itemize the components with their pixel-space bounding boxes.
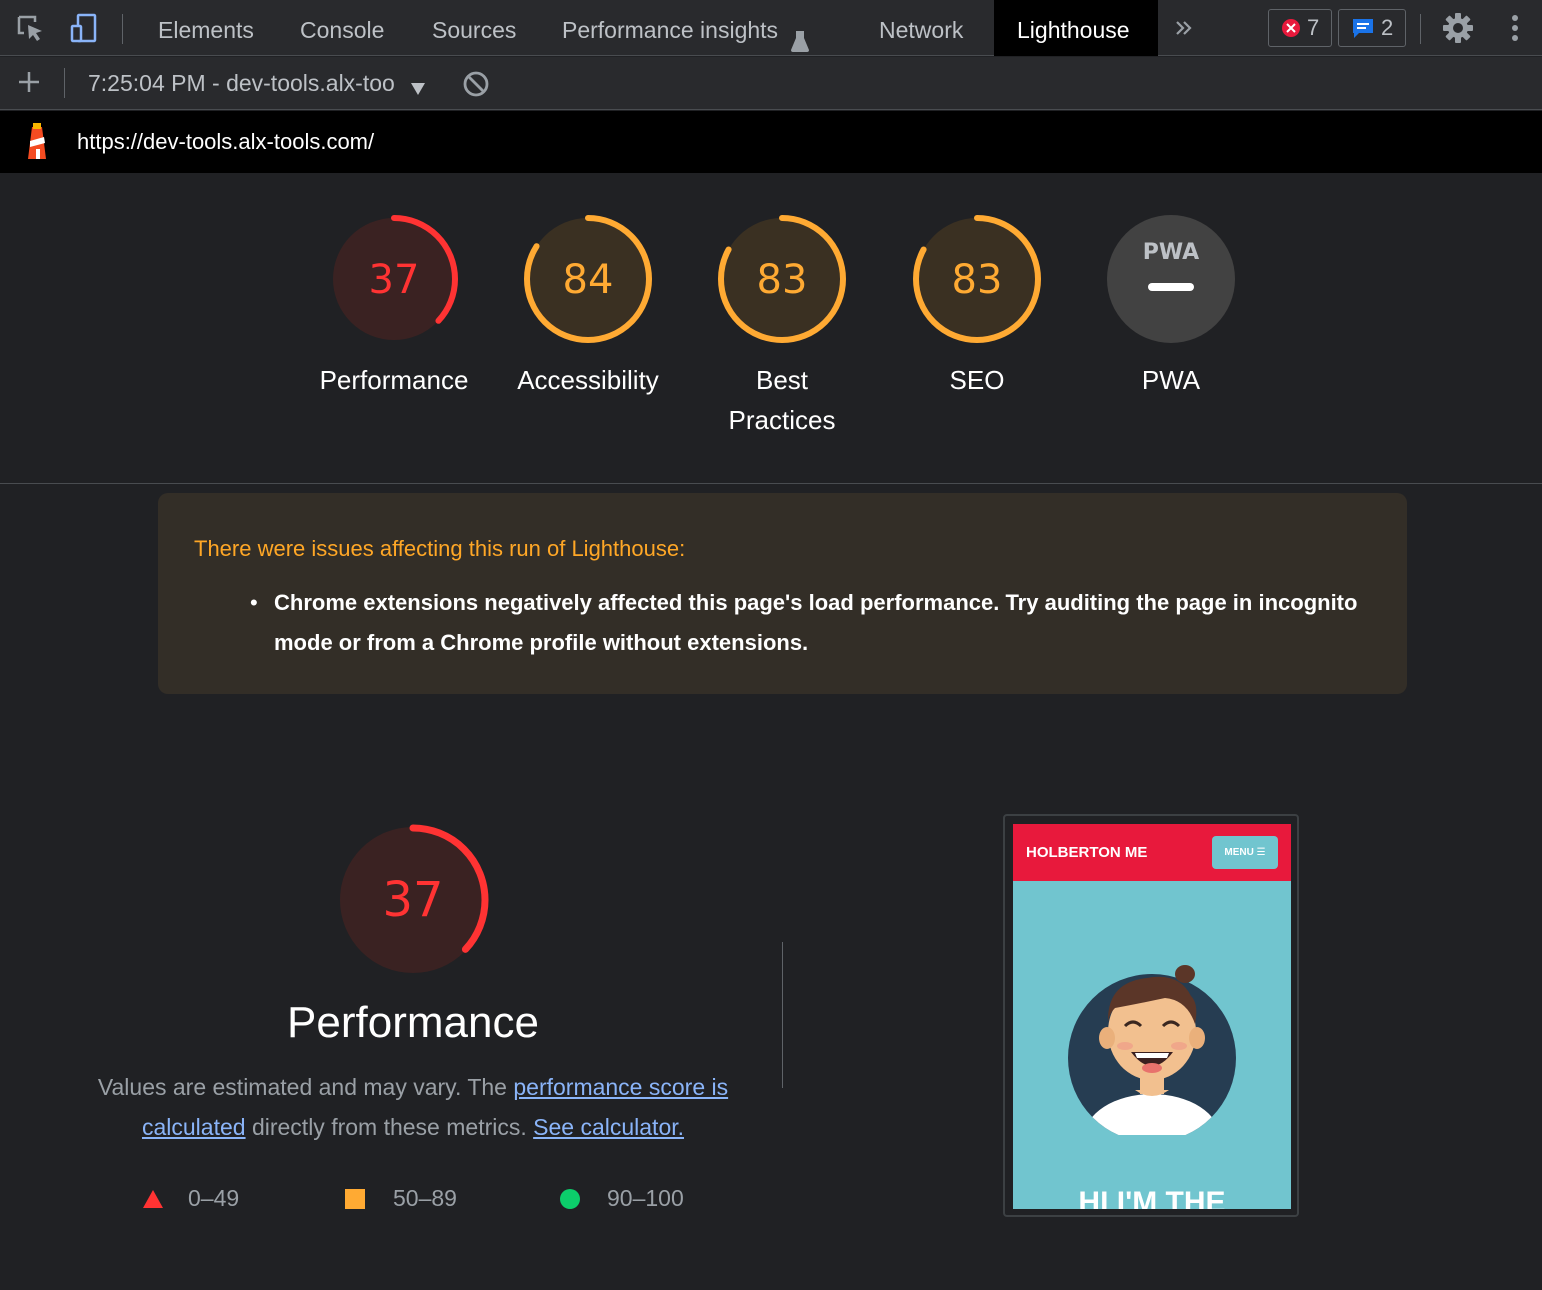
- dropdown-triangle-icon: [411, 74, 426, 101]
- screenshot-brand: HOLBERTON ME: [1026, 844, 1148, 861]
- errors-count: 7: [1307, 15, 1320, 40]
- settings-gear-icon[interactable]: [1440, 10, 1476, 46]
- gauge-best-practices[interactable]: 83 Best Practices: [685, 214, 879, 440]
- screenshot-page: HOLBERTON ME MENU ☰ HI I'M THE: [1013, 824, 1291, 1209]
- bar-divider: [64, 68, 65, 98]
- screenshot-header: HOLBERTON ME MENU ☰: [1013, 824, 1291, 881]
- report-url-bar: https://dev-tools.alx-tools.com/: [0, 111, 1542, 173]
- gauge-score: 84: [563, 257, 614, 303]
- tab-network[interactable]: Network: [879, 0, 963, 56]
- screenshot-headline: HI I'M THE: [1078, 1186, 1226, 1209]
- gauge-label: Best Practices: [728, 365, 836, 435]
- avatar-illustration: [1067, 960, 1237, 1142]
- report-label: 7:25:04 PM - dev-tools.alx-too: [88, 70, 395, 96]
- gauge-label: Performance: [319, 365, 469, 395]
- devtools-toolbar: Elements Console Sources Performance ins…: [0, 0, 1542, 56]
- desc-prefix: Values are estimated and may vary. The: [97, 1074, 514, 1100]
- gauge-score: 37: [369, 257, 420, 303]
- messages-count: 2: [1381, 15, 1394, 40]
- performance-score: 37: [382, 872, 443, 928]
- more-tabs-icon[interactable]: [1166, 10, 1202, 46]
- performance-description: Values are estimated and may vary. The p…: [80, 1067, 746, 1147]
- gauge-pwa[interactable]: PWA PWA: [1074, 214, 1268, 400]
- screenshot-menu-button: MENU ☰: [1212, 836, 1278, 869]
- inspect-element-icon[interactable]: [12, 10, 48, 46]
- messages-badge[interactable]: 2: [1338, 9, 1407, 47]
- score-gauges: 37 Performance 84 Accessibility 83 Best …: [0, 174, 1542, 484]
- tab-label: Performance insights: [562, 17, 779, 43]
- report-url[interactable]: https://dev-tools.alx-tools.com/: [77, 129, 374, 155]
- legend-range: 0–49: [188, 1185, 240, 1211]
- gauge-score: 83: [952, 257, 1003, 303]
- toolbar-divider: [1420, 14, 1421, 44]
- section-divider: [782, 942, 783, 1088]
- lighthouse-logo-icon: [22, 123, 52, 166]
- legend-fail: 0–49: [142, 1185, 239, 1212]
- message-icon: [1353, 19, 1373, 38]
- circle-icon: [560, 1189, 580, 1209]
- gauge-label: Accessibility: [517, 365, 659, 395]
- more-options-icon[interactable]: [1497, 10, 1533, 46]
- new-report-plus-icon[interactable]: [14, 67, 44, 97]
- triangle-icon: [143, 1190, 163, 1208]
- gauge-score: 83: [757, 257, 808, 303]
- performance-gauge-large: 37: [60, 820, 766, 980]
- tab-performance-insights[interactable]: Performance insights: [562, 0, 810, 56]
- performance-title: Performance: [287, 998, 539, 1047]
- pwa-badge-text: PWA: [1143, 240, 1199, 265]
- report-selector[interactable]: 7:25:04 PM - dev-tools.alx-too: [88, 70, 426, 101]
- lighthouse-report-bar: 7:25:04 PM - dev-tools.alx-too: [0, 57, 1542, 110]
- final-screenshot[interactable]: HOLBERTON ME MENU ☰ HI I'M THE: [1003, 814, 1299, 1217]
- legend-pass: 90–100: [560, 1185, 684, 1212]
- tab-lighthouse[interactable]: Lighthouse: [994, 0, 1158, 56]
- run-warnings-box: There were issues affecting this run of …: [158, 493, 1407, 694]
- tab-sources[interactable]: Sources: [432, 0, 516, 56]
- warning-title: There were issues affecting this run of …: [194, 536, 686, 561]
- bullet-icon: •: [250, 590, 258, 615]
- see-calculator-link[interactable]: See calculator.: [533, 1114, 684, 1140]
- tab-console[interactable]: Console: [300, 0, 384, 56]
- gauge-performance[interactable]: 37 Performance: [297, 214, 491, 400]
- gauge-accessibility[interactable]: 84 Accessibility: [491, 214, 685, 400]
- clear-reports-icon[interactable]: [462, 70, 490, 103]
- toolbar-divider: [122, 14, 123, 44]
- tab-elements[interactable]: Elements: [158, 0, 254, 56]
- gauge-label: PWA: [1141, 365, 1201, 395]
- pwa-dash: [1148, 283, 1194, 291]
- legend-range: 50–89: [393, 1185, 457, 1211]
- device-toolbar-icon[interactable]: [66, 10, 102, 46]
- gauge-label: SEO: [949, 365, 1005, 395]
- errors-badge[interactable]: 7: [1268, 9, 1333, 47]
- legend-average: 50–89: [345, 1185, 457, 1212]
- square-icon: [345, 1189, 365, 1209]
- error-icon: [1282, 19, 1300, 37]
- legend-range: 90–100: [607, 1185, 684, 1211]
- warning-item: Chrome extensions negatively affected th…: [274, 590, 1358, 655]
- desc-mid: directly from these metrics.: [245, 1114, 534, 1140]
- gauge-seo[interactable]: 83 SEO: [880, 214, 1074, 400]
